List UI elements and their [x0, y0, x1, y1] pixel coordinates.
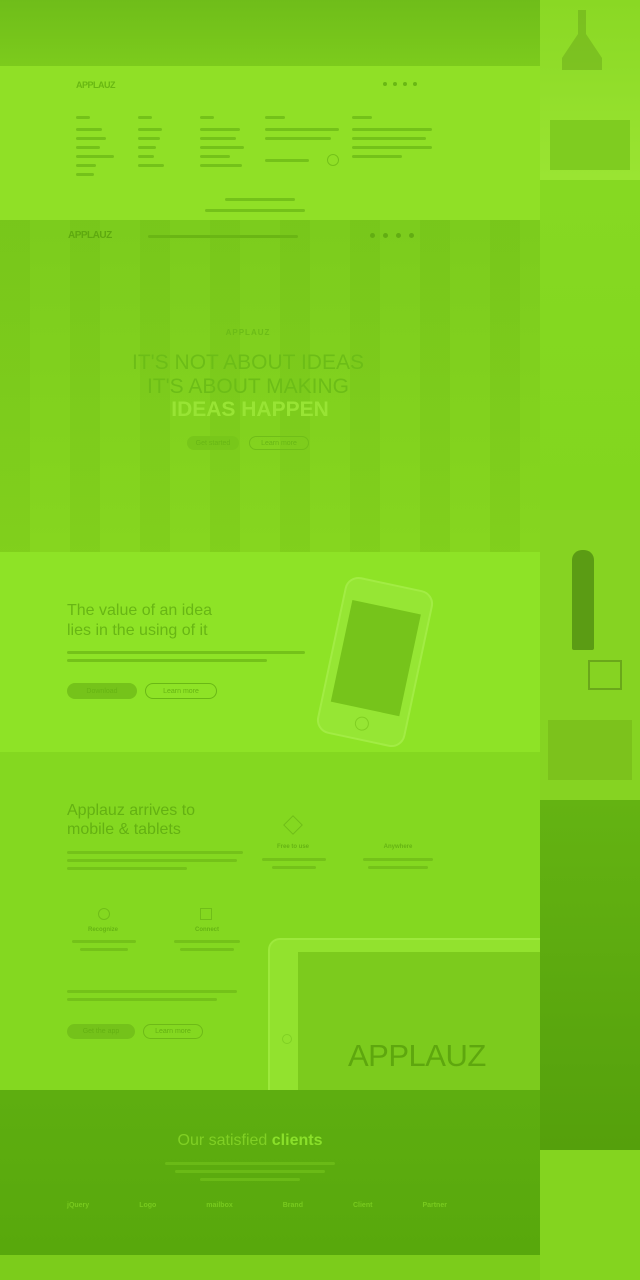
mobile-heading-line-2: mobile & tablets: [67, 821, 181, 838]
social-icon[interactable]: [383, 233, 388, 238]
client-logo: jQuery: [67, 1202, 90, 1209]
desk: [550, 120, 630, 170]
hero-primary-button[interactable]: Get started: [187, 436, 239, 450]
bottom-photo-strip: [0, 1255, 540, 1280]
feature-2-title: Anywhere: [383, 844, 413, 850]
feature-4-title: Connect: [195, 927, 219, 933]
clients-heading: Our satisfied clients: [0, 1132, 500, 1150]
footer-social-icons: [383, 82, 433, 86]
feature-icon: [200, 908, 212, 920]
mobile-primary-button[interactable]: Get the app: [67, 1024, 135, 1039]
phone-screen: [330, 599, 421, 717]
client-logo: Client: [352, 1202, 373, 1209]
feature-3-title: Recognize: [87, 927, 118, 933]
feature-icon: [98, 908, 110, 920]
bottom-right-photo: [540, 1150, 640, 1280]
value-heading-line-2: lies in the using of it: [67, 622, 208, 639]
website-preview-column: APPLAUZ APPLAUZ APPLAUZ IT'S NOT ABOUT I…: [0, 0, 540, 1280]
top-photo-strip: [0, 0, 540, 66]
person-figure: [572, 550, 594, 650]
newsletter-submit-icon[interactable]: [327, 154, 339, 166]
dark-photo-area: [540, 800, 640, 1150]
hero-social-icons: [370, 233, 430, 238]
value-section: The value of an idea lies in the using o…: [0, 552, 540, 752]
mobile-heading-line-1: Applauz arrives to: [67, 802, 196, 819]
right-photo-strip: [540, 0, 640, 1280]
tablet-mockup: APPLAUZ: [268, 938, 540, 1090]
feature-1-title: Free to use: [276, 844, 309, 850]
social-icon[interactable]: [403, 82, 407, 86]
footer-logo: APPLAUZ: [76, 80, 116, 90]
phone-home-button: [353, 715, 371, 732]
pendant-lamp: [562, 10, 602, 70]
feature-icon: [283, 815, 303, 835]
value-primary-button[interactable]: Download: [67, 683, 137, 699]
client-logo: Partner: [422, 1202, 447, 1209]
hero-section: APPLAUZ APPLAUZ IT'S NOT ABOUT IDEAS IT'…: [0, 220, 540, 552]
client-logo: Logo: [139, 1202, 157, 1209]
plain-photo-area: [540, 180, 640, 510]
picture-frame: [588, 660, 622, 690]
social-icon[interactable]: [383, 82, 387, 86]
social-icon[interactable]: [396, 233, 401, 238]
social-icon[interactable]: [413, 82, 417, 86]
mobile-secondary-button[interactable]: Learn more: [143, 1024, 203, 1039]
clients-heading-plain: Our satisfied: [177, 1132, 272, 1149]
client-logos: jQuery Logo mailbox Brand Client Partner: [67, 1202, 447, 1209]
tablet-screen: APPLAUZ: [298, 952, 540, 1090]
client-logo: mailbox: [206, 1202, 233, 1209]
hero-line-3: IDEAS HAPPEN: [171, 398, 329, 421]
client-logo: Brand: [282, 1202, 303, 1209]
hero-secondary-button[interactable]: Learn more: [249, 436, 309, 450]
social-icon[interactable]: [393, 82, 397, 86]
footer-nav-section: APPLAUZ: [0, 66, 540, 220]
social-icon[interactable]: [370, 233, 375, 238]
tablet-home-button: [282, 1034, 292, 1044]
phone-mockup: [314, 574, 436, 750]
clients-section: Our satisfied clients jQuery Logo mailbo…: [0, 1090, 540, 1255]
tablet-logo: APPLAUZ: [348, 1038, 486, 1073]
value-secondary-button[interactable]: Learn more: [145, 683, 217, 699]
group-photo: [548, 720, 632, 780]
value-heading-line-1: The value of an idea: [67, 602, 212, 619]
mobile-section: Applauz arrives to mobile & tablets Free…: [0, 752, 540, 1090]
office-photo: [540, 0, 640, 180]
social-icon[interactable]: [409, 233, 414, 238]
hero-line-1: IT'S NOT ABOUT IDEAS: [132, 351, 364, 374]
hero-nav-logo: APPLAUZ: [68, 230, 112, 241]
hero-kicker: APPLAUZ: [225, 328, 271, 337]
people-photo: [540, 510, 640, 800]
clients-heading-bold: clients: [271, 1132, 323, 1149]
hero-line-2: IT'S ABOUT MAKING: [147, 375, 349, 398]
